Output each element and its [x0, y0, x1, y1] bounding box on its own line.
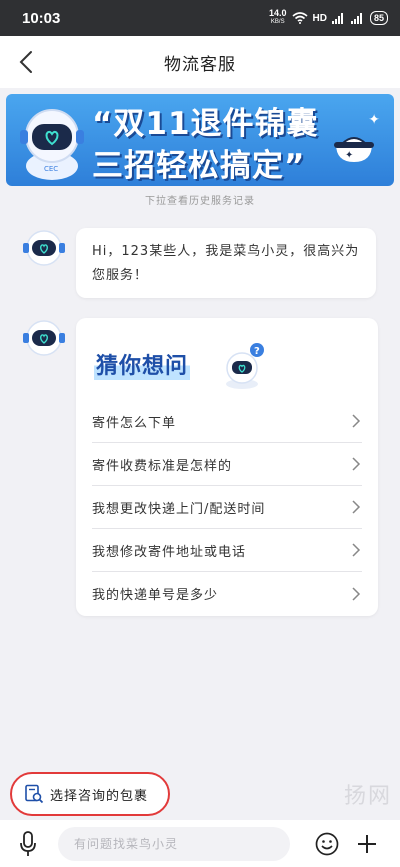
status-indicators: 14.0 KB/S HD 85 — [269, 9, 388, 27]
faq-item-change-time[interactable]: 我想更改快递上门/配送时间 — [92, 486, 362, 529]
robot-mascot-icon: CEC — [20, 109, 84, 180]
faq-title: 猜你想问 — [94, 348, 191, 380]
package-search-icon — [25, 784, 44, 804]
smiley-icon — [315, 832, 339, 855]
back-button[interactable] — [10, 46, 42, 78]
chevron-right-icon — [352, 414, 361, 428]
signal-icon — [331, 12, 346, 24]
chevron-right-icon — [352, 500, 361, 514]
voice-button[interactable] — [10, 826, 46, 862]
faq-item-label: 我想修改寄件地址或电话 — [92, 544, 247, 560]
faq-header: 猜你想问 ? — [92, 332, 362, 389]
message-input[interactable] — [58, 826, 290, 861]
banner-headline-2: 三招轻松搞定” — [92, 148, 306, 184]
sparkle-icon: ✦ — [368, 112, 380, 128]
microphone-icon — [20, 830, 36, 856]
net-speed-value: 14.0 — [269, 8, 287, 18]
history-hint[interactable]: 下拉查看历史服务记录 — [0, 192, 400, 207]
faq-item-how-to-ship[interactable]: 寄件怎么下单 — [92, 400, 362, 443]
banner-headline-1: “双11退件锦囊 — [92, 106, 319, 142]
page-title: 物流客服 — [164, 54, 236, 75]
emoji-button[interactable] — [312, 829, 342, 859]
net-speed-unit: KB/S — [270, 19, 285, 25]
select-package-button[interactable]: 选择咨询的包裹 — [10, 772, 170, 816]
robot-question-icon: ? — [226, 343, 264, 389]
battery-indicator: 85 — [369, 11, 388, 25]
chevron-right-icon — [352, 586, 361, 601]
faq-item-label: 寄件收费标准是怎样的 — [92, 458, 233, 474]
svg-text:✦: ✦ — [345, 150, 353, 161]
input-bar — [0, 820, 400, 867]
faq-list: 寄件怎么下单 寄件收费标准是怎样的 我想更改快递上门/配送时间 我想修改寄件地址… — [92, 400, 362, 615]
bot-avatar-2 — [23, 320, 65, 356]
add-button[interactable] — [352, 829, 382, 859]
watermark: 扬网 — [343, 784, 392, 809]
greeting-text: Hi，123某些人，我是菜鸟小灵，很高兴为您服务！ — [92, 244, 360, 283]
svg-text:?: ? — [254, 346, 260, 357]
plus-icon — [358, 834, 376, 853]
faq-item-fee-standard[interactable]: 寄件收费标准是怎样的 — [92, 443, 362, 486]
signal-icon-2 — [350, 12, 365, 24]
faq-item-change-address[interactable]: 我想修改寄件地址或电话 — [92, 529, 362, 572]
bot-avatar — [23, 230, 65, 266]
hd-label: HD — [312, 12, 327, 24]
chevron-right-icon — [352, 543, 361, 557]
faq-item-label: 我的快递单号是多少 — [92, 588, 219, 603]
robot-badge-text: CEC — [44, 165, 58, 173]
chevron-left-icon — [19, 51, 32, 73]
status-bar: 10:03 14.0 KB/S HD 85 — [0, 0, 400, 36]
faq-item-label: 寄件怎么下单 — [92, 415, 177, 431]
select-package-label: 选择咨询的包裹 — [50, 788, 149, 804]
status-time: 10:03 — [22, 9, 61, 27]
net-speed: 14.0 KB/S — [269, 9, 287, 27]
chevron-right-icon — [352, 457, 361, 471]
greeting-message: Hi，123某些人，我是菜鸟小灵，很高兴为您服务！ — [76, 228, 376, 298]
wifi-icon — [292, 12, 308, 24]
faq-card: 猜你想问 ? 寄件怎么下单 寄件收费标准是怎样的 我想更改快递上门/配送时间 我… — [76, 318, 378, 616]
header: 物流客服 — [0, 36, 400, 88]
faq-item-label: 我想更改快递上门/配送时间 — [92, 501, 266, 517]
faq-item-tracking-number[interactable]: 我的快递单号是多少 — [92, 572, 362, 615]
promo-banner[interactable]: CEC “双11退件锦囊 三招轻松搞定” ✦ ✦ — [6, 94, 394, 186]
